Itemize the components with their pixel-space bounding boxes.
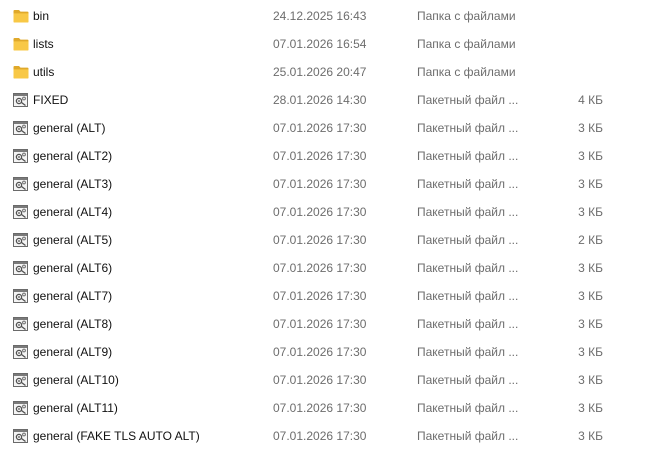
file-row[interactable]: bin 24.12.2025 16:43 Папка с файлами [0,2,655,30]
batch-file-icon [13,429,29,443]
file-name: FIXED [33,93,69,107]
file-date-modified: 07.01.2026 17:30 [273,317,367,331]
file-type: Пакетный файл ... [417,93,519,107]
file-row[interactable]: general (ALT7) 07.01.2026 17:30 Пакетный… [0,282,655,310]
file-row[interactable]: lists 07.01.2026 16:54 Папка с файлами [0,30,655,58]
file-size: 3 КБ [578,121,603,135]
file-date-modified: 07.01.2026 16:54 [273,37,367,51]
file-type: Пакетный файл ... [417,345,519,359]
file-date-modified: 07.01.2026 17:30 [273,149,367,163]
file-type: Пакетный файл ... [417,233,519,247]
file-name: general (ALT11) [33,401,118,415]
file-name: general (ALT8) [33,317,113,331]
file-name: bin [33,9,50,23]
file-list: bin 24.12.2025 16:43 Папка с файлами lis… [0,0,655,449]
file-type: Пакетный файл ... [417,177,519,191]
batch-file-icon [13,345,29,359]
file-name: general (ALT5) [33,233,113,247]
file-row[interactable]: general (ALT4) 07.01.2026 17:30 Пакетный… [0,198,655,226]
file-date-modified: 07.01.2026 17:30 [273,289,367,303]
file-date-modified: 28.01.2026 14:30 [273,93,367,107]
file-type: Пакетный файл ... [417,289,519,303]
file-name: general (ALT) [33,121,106,135]
file-date-modified: 07.01.2026 17:30 [273,205,367,219]
batch-file-icon [13,205,29,219]
file-size: 2 КБ [578,233,603,247]
file-row[interactable]: general (ALT8) 07.01.2026 17:30 Пакетный… [0,310,655,338]
file-row[interactable]: general (ALT2) 07.01.2026 17:30 Пакетный… [0,142,655,170]
file-row[interactable]: general (ALT6) 07.01.2026 17:30 Пакетный… [0,254,655,282]
file-size: 3 КБ [578,317,603,331]
folder-icon [13,37,29,51]
file-type: Пакетный файл ... [417,429,519,443]
file-size: 3 КБ [578,373,603,387]
file-size: 3 КБ [578,289,603,303]
file-type: Пакетный файл ... [417,401,519,415]
file-size: 3 КБ [578,345,603,359]
file-size: 3 КБ [578,205,603,219]
file-name: general (ALT4) [33,205,113,219]
batch-file-icon [13,261,29,275]
file-row[interactable]: general (ALT3) 07.01.2026 17:30 Пакетный… [0,170,655,198]
batch-file-icon [13,233,29,247]
file-size: 3 КБ [578,149,603,163]
file-date-modified: 07.01.2026 17:30 [273,345,367,359]
file-date-modified: 07.01.2026 17:30 [273,121,367,135]
file-date-modified: 07.01.2026 17:30 [273,401,367,415]
file-name: general (ALT3) [33,177,113,191]
file-size: 3 КБ [578,261,603,275]
file-name: general (FAKE TLS AUTO ALT) [33,429,200,443]
file-row[interactable]: general (FAKE TLS AUTO ALT) 07.01.2026 1… [0,422,655,449]
file-name: utils [33,65,55,79]
file-date-modified: 24.12.2025 16:43 [273,9,367,23]
file-row[interactable]: general (ALT9) 07.01.2026 17:30 Пакетный… [0,338,655,366]
batch-file-icon [13,121,29,135]
file-name: general (ALT10) [33,373,119,387]
batch-file-icon [13,401,29,415]
file-type: Папка с файлами [417,37,516,51]
file-name: lists [33,37,54,51]
file-row[interactable]: general (ALT11) 07.01.2026 17:30 Пакетны… [0,394,655,422]
file-row[interactable]: FIXED 28.01.2026 14:30 Пакетный файл ...… [0,86,655,114]
file-type: Пакетный файл ... [417,149,519,163]
file-type: Пакетный файл ... [417,121,519,135]
file-size: 3 КБ [578,401,603,415]
file-name: general (ALT2) [33,149,113,163]
batch-file-icon [13,289,29,303]
file-row[interactable]: general (ALT5) 07.01.2026 17:30 Пакетный… [0,226,655,254]
file-type: Папка с файлами [417,9,516,23]
folder-icon [13,65,29,79]
batch-file-icon [13,373,29,387]
batch-file-icon [13,93,29,107]
folder-icon [13,9,29,23]
file-date-modified: 07.01.2026 17:30 [273,233,367,247]
file-name: general (ALT7) [33,289,113,303]
file-date-modified: 07.01.2026 17:30 [273,261,367,275]
file-type: Пакетный файл ... [417,317,519,331]
batch-file-icon [13,177,29,191]
file-date-modified: 07.01.2026 17:30 [273,177,367,191]
batch-file-icon [13,317,29,331]
file-name: general (ALT6) [33,261,113,275]
batch-file-icon [13,149,29,163]
file-size: 4 КБ [578,93,603,107]
file-type: Папка с файлами [417,65,516,79]
file-row[interactable]: general (ALT10) 07.01.2026 17:30 Пакетны… [0,366,655,394]
file-type: Пакетный файл ... [417,373,519,387]
file-date-modified: 07.01.2026 17:30 [273,373,367,387]
file-row[interactable]: utils 25.01.2026 20:47 Папка с файлами [0,58,655,86]
file-type: Пакетный файл ... [417,205,519,219]
file-date-modified: 25.01.2026 20:47 [273,65,367,79]
file-type: Пакетный файл ... [417,261,519,275]
file-date-modified: 07.01.2026 17:30 [273,429,367,443]
file-size: 3 КБ [578,429,603,443]
file-row[interactable]: general (ALT) 07.01.2026 17:30 Пакетный … [0,114,655,142]
file-size: 3 КБ [578,177,603,191]
file-name: general (ALT9) [33,345,113,359]
